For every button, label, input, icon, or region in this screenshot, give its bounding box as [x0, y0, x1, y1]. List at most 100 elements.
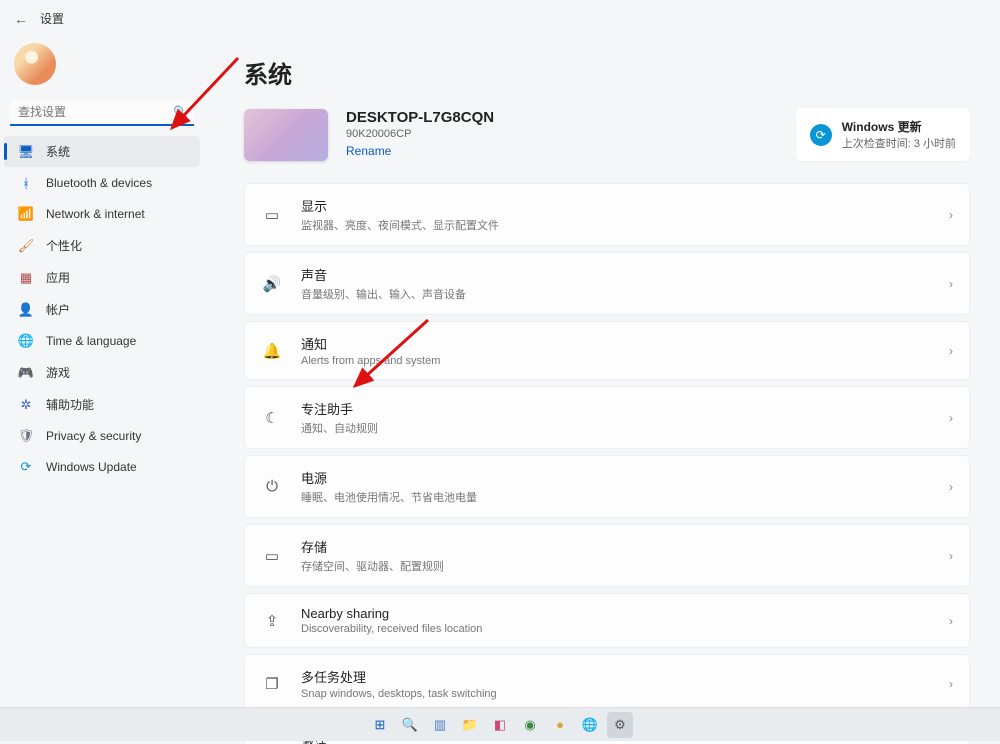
- taskbar-explorer-icon[interactable]: 📁: [457, 712, 483, 738]
- taskbar-chrome-icon[interactable]: ◉: [517, 712, 543, 738]
- chevron-right-icon: ›: [949, 277, 953, 291]
- setting-sub: 通知、自动规则: [301, 420, 949, 436]
- update-subtitle: 上次检查时间: 3 小时前: [842, 135, 956, 151]
- chevron-right-icon: ›: [949, 549, 953, 563]
- back-icon[interactable]: ←: [14, 11, 28, 27]
- device-name: DESKTOP-L7G8CQN: [346, 109, 494, 126]
- sidebar-item-label: 应用: [46, 269, 70, 286]
- setting-row-6[interactable]: ⇪ Nearby sharing Discoverability, received…: [244, 593, 970, 648]
- sidebar: 🔍 🖥 系统 ᚼ Bluetooth & devices 📶 Network & inte…: [0, 37, 204, 744]
- taskbar-search-icon[interactable]: 🔍: [397, 712, 423, 738]
- setting-icon: ⇪: [261, 610, 283, 632]
- window-title: 设置: [40, 10, 64, 27]
- search-input[interactable]: [18, 105, 173, 119]
- taskbar-app2-icon[interactable]: ●: [547, 712, 573, 738]
- sidebar-item-label: Time & language: [46, 334, 136, 348]
- setting-row-1[interactable]: 🔊 声音音量级别、输出、输入、声音设备›: [244, 252, 970, 315]
- update-icon: ⟳: [810, 124, 832, 146]
- sidebar-item-label: Windows Update: [46, 460, 137, 474]
- sidebar-item-4[interactable]: ▦ 应用: [4, 262, 200, 293]
- update-title: Windows 更新: [842, 118, 956, 135]
- setting-label: Nearby sharing: [301, 606, 949, 621]
- nav-icon: 🖥: [18, 144, 34, 160]
- nav-icon: ▦: [18, 270, 34, 286]
- setting-sub: 音量级别、输出、输入、声音设备: [301, 286, 949, 302]
- setting-label: 显示: [301, 196, 949, 215]
- setting-sub: 存储空间、驱动器、配置规则: [301, 558, 949, 574]
- setting-row-3[interactable]: ☾ 专注助手通知、自动规则›: [244, 386, 970, 449]
- sidebar-item-label: 游戏: [46, 364, 70, 381]
- setting-sub: 监视器、亮度、夜间模式、显示配置文件: [301, 217, 949, 233]
- setting-label: 声音: [301, 265, 949, 284]
- nav-icon: 👤: [18, 302, 34, 318]
- sidebar-item-label: Network & internet: [46, 207, 145, 221]
- main-content: 系统 DESKTOP-L7G8CQN 90K20006CP Rename ⟳ W…: [204, 37, 1000, 744]
- sidebar-item-6[interactable]: 🌐 Time & language: [4, 326, 200, 356]
- setting-icon: ❐: [261, 673, 283, 695]
- chevron-right-icon: ›: [949, 208, 953, 222]
- taskbar-start-icon[interactable]: ⊞: [367, 712, 393, 738]
- setting-row-7[interactable]: ❐ 多任务处理 Snap windows, desktops, task switc…: [244, 654, 970, 713]
- search-input-container[interactable]: 🔍: [10, 100, 194, 126]
- nav-icon: 🖌: [18, 238, 34, 254]
- sidebar-item-9[interactable]: 🛡 Privacy & security: [4, 421, 200, 451]
- setting-icon: ▭: [261, 545, 283, 567]
- setting-label: 专注助手: [301, 399, 949, 418]
- nav-icon: 🛡: [18, 428, 34, 444]
- taskbar-taskview-icon[interactable]: ▥: [427, 712, 453, 738]
- setting-sub: Discoverability, received files location: [301, 623, 949, 635]
- device-model: 90K20006CP: [346, 128, 494, 140]
- setting-label: 存储: [301, 537, 949, 556]
- nav-icon: 🌐: [18, 333, 34, 349]
- sidebar-item-label: 帐户: [46, 301, 70, 318]
- setting-row-4[interactable]: ⏻ 电源睡眠、电池使用情况、节省电池电量›: [244, 455, 970, 518]
- taskbar-app1-icon[interactable]: ◧: [487, 712, 513, 738]
- setting-icon: 🔊: [261, 273, 283, 295]
- setting-row-5[interactable]: ▭ 存储存储空间、驱动器、配置规则›: [244, 524, 970, 587]
- setting-icon: 🔔: [261, 340, 283, 362]
- windows-update-card[interactable]: ⟳ Windows 更新 上次检查时间: 3 小时前: [796, 108, 970, 161]
- sidebar-item-2[interactable]: 📶 Network & internet: [4, 199, 200, 229]
- chevron-right-icon: ›: [949, 480, 953, 494]
- chevron-right-icon: ›: [949, 411, 953, 425]
- setting-label: 通知: [301, 334, 949, 353]
- chevron-right-icon: ›: [949, 344, 953, 358]
- chevron-right-icon: ›: [949, 677, 953, 691]
- nav-icon: 📶: [18, 206, 34, 222]
- setting-icon: ▭: [261, 204, 283, 226]
- taskbar-settings-icon[interactable]: ⚙: [607, 712, 633, 738]
- setting-row-2[interactable]: 🔔 通知 Alerts from apps and system›: [244, 321, 970, 380]
- setting-label: 多任务处理: [301, 667, 949, 686]
- nav-icon: ⟳: [18, 459, 34, 475]
- search-icon: 🔍: [173, 105, 188, 119]
- setting-sub: Snap windows, desktops, task switching: [301, 688, 949, 700]
- chevron-right-icon: ›: [949, 614, 953, 628]
- nav-icon: ᚼ: [18, 175, 34, 191]
- setting-icon: ⏻: [261, 476, 283, 498]
- device-thumbnail: [244, 109, 328, 161]
- sidebar-item-8[interactable]: ✲ 辅助功能: [4, 389, 200, 420]
- rename-link[interactable]: Rename: [346, 144, 391, 158]
- taskbar: ⊞🔍▥📁◧◉●🌐⚙: [0, 707, 1000, 741]
- sidebar-item-1[interactable]: ᚼ Bluetooth & devices: [4, 168, 200, 198]
- setting-sub: 睡眠、电池使用情况、节省电池电量: [301, 489, 949, 505]
- setting-label: 电源: [301, 468, 949, 487]
- setting-row-0[interactable]: ▭ 显示监视器、亮度、夜间模式、显示配置文件›: [244, 183, 970, 246]
- sidebar-item-label: 系统: [46, 143, 70, 160]
- nav-icon: 🎮: [18, 365, 34, 381]
- sidebar-item-7[interactable]: 🎮 游戏: [4, 357, 200, 388]
- sidebar-item-label: 辅助功能: [46, 396, 94, 413]
- avatar[interactable]: [14, 43, 56, 85]
- sidebar-item-label: 个性化: [46, 237, 82, 254]
- nav-icon: ✲: [18, 397, 34, 413]
- sidebar-item-10[interactable]: ⟳ Windows Update: [4, 452, 200, 482]
- sidebar-item-label: Bluetooth & devices: [46, 176, 152, 190]
- setting-icon: ☾: [261, 407, 283, 429]
- sidebar-item-label: Privacy & security: [46, 429, 141, 443]
- page-title: 系统: [244, 55, 970, 90]
- setting-sub: Alerts from apps and system: [301, 355, 949, 367]
- sidebar-item-5[interactable]: 👤 帐户: [4, 294, 200, 325]
- sidebar-item-0[interactable]: 🖥 系统: [4, 136, 200, 167]
- taskbar-app3-icon[interactable]: 🌐: [577, 712, 603, 738]
- sidebar-item-3[interactable]: 🖌 个性化: [4, 230, 200, 261]
